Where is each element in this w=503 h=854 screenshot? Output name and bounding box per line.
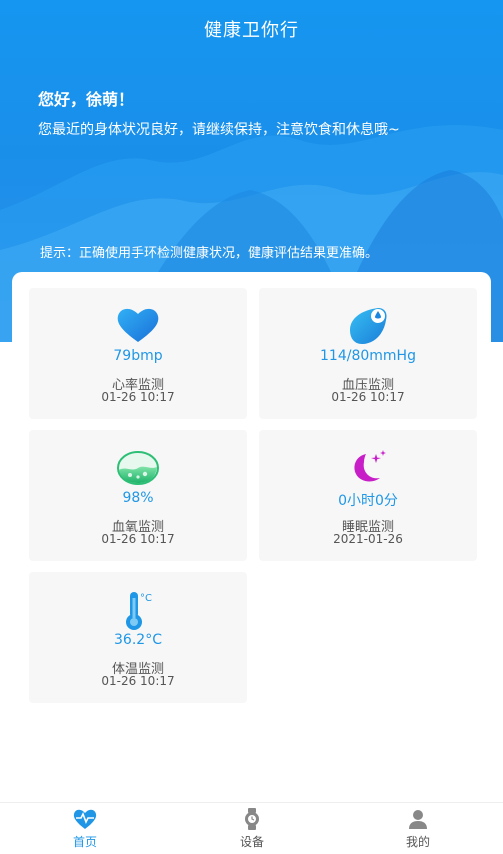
bottom-tab-bar: 首页 设备 我的	[0, 802, 503, 854]
app-title: 健康卫你行	[204, 20, 299, 41]
card-heart-rate[interactable]: 79bmp 心率监测 01-26 10:17	[29, 288, 247, 419]
tab-mine[interactable]: 我的	[363, 803, 473, 854]
usage-tip: 提示：正确使用手环检测健康状况，健康评估结果更准确。	[40, 246, 379, 261]
user-icon	[363, 808, 473, 830]
blood-pressure-time: 01-26 10:17	[331, 390, 405, 404]
tab-device[interactable]: 设备	[197, 803, 307, 854]
tab-device-label: 设备	[239, 835, 264, 849]
heart-rate-value: 79bmp	[113, 348, 163, 364]
temperature-time: 01-26 10:17	[101, 674, 175, 688]
thermometer-icon: °C	[29, 590, 247, 630]
tab-home-label: 首页	[72, 835, 97, 849]
heart-rate-time: 01-26 10:17	[101, 390, 175, 404]
greeting-text: 您好，徐萌！	[38, 90, 135, 109]
blood-drop-icon	[259, 306, 477, 346]
blood-oxygen-value: 98%	[122, 490, 154, 506]
card-temperature[interactable]: °C 36.2°C 体温监测 01-26 10:17	[29, 572, 247, 703]
temperature-value: 36.2°C	[114, 632, 162, 648]
tab-mine-label: 我的	[405, 835, 430, 849]
sleep-value: 0小时0分	[338, 493, 398, 509]
card-blood-pressure[interactable]: 114/80mmHg 血压监测 01-26 10:17	[259, 288, 477, 419]
sleep-date: 2021-01-26	[333, 532, 403, 546]
health-message: 您最近的身体状况良好，请继续保持，注意饮食和休息哦~	[38, 122, 400, 138]
watch-icon	[197, 808, 307, 830]
monitor-panel: 79bmp 心率监测 01-26 10:17 114/80mmHg 血压监测 0…	[12, 272, 491, 802]
card-blood-oxygen[interactable]: 98% 血氧监测 01-26 10:17	[29, 430, 247, 561]
heart-icon	[29, 306, 247, 346]
blood-oxygen-time: 01-26 10:17	[101, 532, 175, 546]
blood-pressure-value: 114/80mmHg	[320, 348, 416, 364]
card-sleep[interactable]: 0小时0分 睡眠监测 2021-01-26	[259, 430, 477, 561]
moon-stars-icon	[259, 448, 477, 488]
heartbeat-icon	[30, 808, 140, 830]
svg-text:°C: °C	[140, 593, 152, 604]
oxygen-flask-icon	[29, 448, 247, 488]
tab-home[interactable]: 首页	[30, 803, 140, 854]
